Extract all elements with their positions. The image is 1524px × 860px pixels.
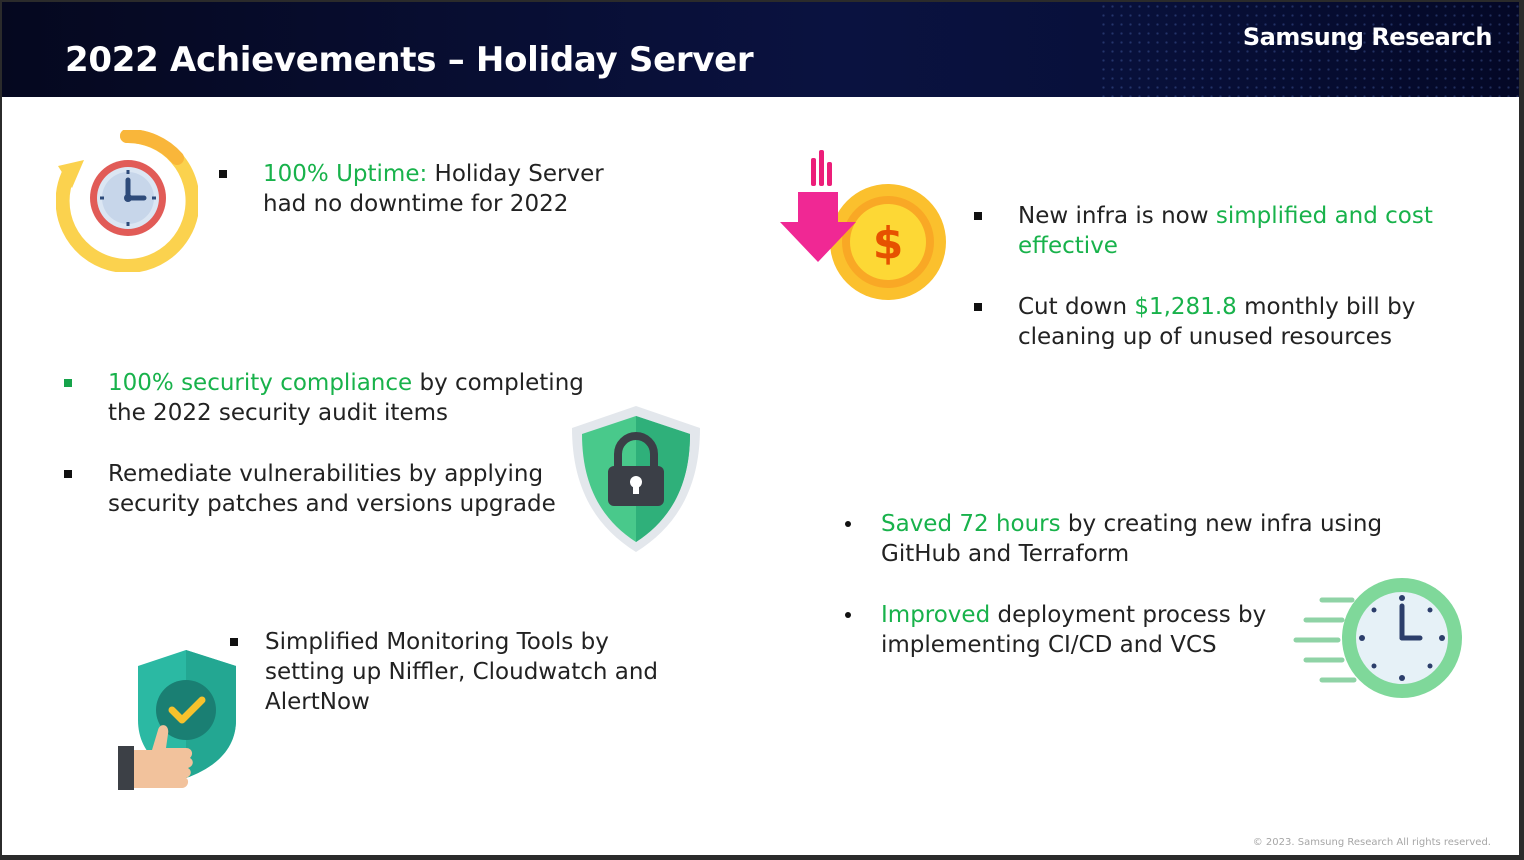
- page-title: 2022 Achievements – Holiday Server: [65, 40, 754, 80]
- cost-text: monthly bill by: [1236, 294, 1416, 320]
- monitoring-section: Simplified Monitoring Tools by setting u…: [230, 627, 700, 717]
- svg-text:$: $: [873, 218, 904, 269]
- list-item: Saved 72 hours by creating new infra usi…: [843, 509, 1403, 569]
- cost-down-coin-icon: $: [780, 150, 946, 300]
- cost-text: Cut down: [1018, 294, 1135, 320]
- cost-highlight: simplified and cost: [1215, 203, 1433, 229]
- uptime-section: 100% Uptime: Holiday Server had no downt…: [219, 159, 679, 219]
- list-item: Simplified Monitoring Tools by setting u…: [230, 627, 700, 717]
- cost-text: New infra is now: [1018, 203, 1216, 229]
- monitoring-text: setting up Niffler, Cloudwatch and: [265, 659, 659, 685]
- uptime-highlight: 100% Uptime:: [263, 161, 428, 187]
- list-item: Remediate vulnerabilities by applying se…: [64, 459, 604, 519]
- monitoring-text: Simplified Monitoring Tools by: [265, 629, 609, 655]
- list-item: 100% security compliance by completing t…: [64, 368, 604, 428]
- time-highlight: Saved 72 hours: [881, 511, 1061, 537]
- cost-highlight: effective: [1018, 233, 1118, 259]
- copyright-footer: © 2023. Samsung Research All rights rese…: [1252, 837, 1491, 848]
- time-text: by creating new infra using: [1060, 511, 1383, 537]
- security-section: 100% security compliance by completing t…: [64, 368, 604, 519]
- cost-amount: $1,281.8: [1134, 294, 1237, 320]
- time-text: GitHub and Terraform: [881, 541, 1130, 567]
- header-bar: 2022 Achievements – Holiday Server Samsu…: [2, 2, 1519, 97]
- security-shield-lock-icon: [572, 406, 700, 552]
- cost-section: New infra is now simplified and cost eff…: [974, 201, 1474, 352]
- cost-text: cleaning up of unused resources: [1018, 324, 1392, 350]
- list-item: New infra is now simplified and cost eff…: [974, 201, 1474, 261]
- security-highlight: 100% security compliance: [108, 370, 413, 396]
- slide: 2022 Achievements – Holiday Server Samsu…: [2, 2, 1519, 855]
- clock-refresh-icon: [56, 130, 198, 272]
- list-item: 100% Uptime: Holiday Server had no downt…: [219, 159, 679, 219]
- fast-clock-icon: [1293, 578, 1462, 698]
- security-text: by completing: [412, 370, 584, 396]
- list-item: Cut down $1,281.8 monthly bill by cleani…: [974, 292, 1474, 352]
- monitoring-text: AlertNow: [265, 689, 370, 715]
- uptime-text: Holiday Server: [427, 161, 604, 187]
- security-text: Remediate vulnerabilities by applying: [108, 461, 544, 487]
- time-text: implementing CI/CD and VCS: [881, 632, 1217, 658]
- uptime-text: had no downtime for 2022: [263, 191, 569, 217]
- shield-check-thumbs-up-icon: [118, 650, 236, 790]
- security-text: security patches and versions upgrade: [108, 491, 556, 517]
- time-highlight: Improved: [881, 602, 991, 628]
- security-text: the 2022 security audit items: [108, 400, 448, 426]
- time-text: deployment process by: [990, 602, 1267, 628]
- brand-logo: Samsung Research: [1242, 23, 1493, 51]
